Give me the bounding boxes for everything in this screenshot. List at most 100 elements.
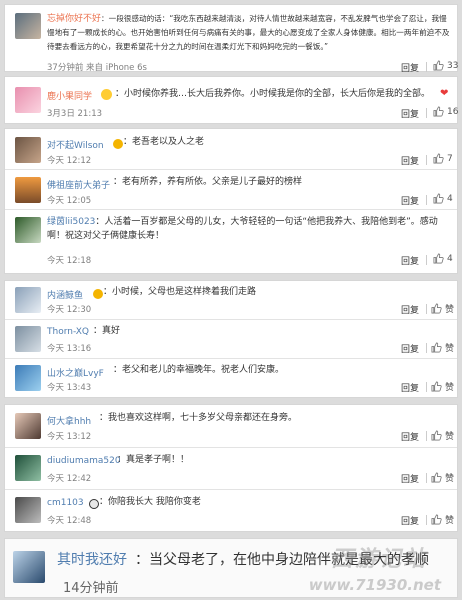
reply-button[interactable]: 回复	[401, 303, 419, 316]
divider	[426, 304, 427, 314]
avatar[interactable]	[15, 365, 41, 391]
avatar[interactable]	[15, 497, 41, 523]
row-divider	[5, 447, 457, 448]
reply-button[interactable]: 回复	[401, 107, 419, 120]
thumb-up-icon	[433, 60, 444, 71]
divider	[426, 473, 427, 483]
comment-time: 今天 12:30	[47, 305, 92, 315]
like-button[interactable]: 7	[433, 153, 453, 164]
commenter-name[interactable]: 对不起Wilson	[47, 138, 104, 151]
like-label: 赞	[445, 344, 455, 354]
divider	[426, 515, 427, 525]
commenter-name[interactable]: Thorn-XQ	[47, 327, 89, 337]
thumb-up-icon	[431, 472, 442, 483]
reply-button[interactable]: 回复	[401, 61, 419, 74]
comment-text: ：小时候，父母也是这样搀着我们走路	[103, 287, 257, 297]
commenter-name[interactable]: 山水之巅LvyF	[47, 366, 104, 379]
avatar[interactable]	[15, 177, 41, 203]
commenter-name[interactable]: 忘掉你好不好	[47, 14, 101, 24]
comment-time: 今天 12:05	[47, 196, 92, 206]
comment-time: 今天 13:43	[47, 383, 92, 393]
like-label: 赞	[445, 474, 455, 484]
like-count: 16	[447, 106, 459, 117]
like-label: 赞	[445, 383, 455, 393]
comment-text: ：真是孝子啊！！	[117, 455, 190, 465]
comment-text: ：老吾老以及人之老	[123, 137, 205, 147]
comment-time: 今天 12:12	[47, 156, 92, 166]
avatar[interactable]	[15, 455, 41, 481]
comment-text: ：老父和老儿的幸福晚年。祝老人们安康。	[113, 365, 285, 375]
like-count: 33	[447, 60, 459, 71]
comment-text: ：人活着一百岁都是父母的儿女，大爷轻轻的一句话“他把我养大、我陪他到老”。感动啊…	[47, 217, 438, 241]
comment-time: 今天 13:16	[47, 344, 92, 354]
avatar[interactable]	[15, 13, 41, 39]
panda-icon	[89, 499, 99, 509]
like-button[interactable]: 赞	[431, 471, 454, 484]
reply-button[interactable]: 回复	[401, 154, 419, 167]
commenter-name[interactable]: 绿茵lii5023	[47, 217, 95, 227]
row-divider	[5, 489, 457, 490]
like-count: 4	[447, 193, 453, 204]
comment-text: ：小时候你养我…长大后我养你。小时候我是你的全部，长大后你是我的全部。	[115, 89, 431, 99]
avatar[interactable]	[15, 137, 41, 163]
reply-button[interactable]: 回复	[401, 194, 419, 207]
thumb-up-icon	[431, 430, 442, 441]
commenter-name[interactable]: 佛祖座前大弟子	[47, 178, 110, 191]
reply-button[interactable]: 回复	[401, 254, 419, 267]
row-divider	[5, 209, 457, 210]
reply-button[interactable]: 回复	[401, 342, 419, 355]
like-button[interactable]: 赞	[431, 380, 454, 393]
thumb-up-icon	[433, 106, 444, 117]
watermark-url: www.71930.net	[308, 576, 441, 594]
comment-time: 今天 12:42	[47, 474, 92, 484]
like-button[interactable]: 16	[433, 106, 458, 117]
row-divider	[5, 319, 457, 320]
heart-icon: ❤	[440, 88, 449, 99]
watermark-logo: 西游记站	[330, 547, 427, 572]
reply-button[interactable]: 回复	[401, 430, 419, 443]
commenter-name[interactable]: 鹿小果同学	[47, 89, 92, 102]
comment-text: ：你陪我长大 我陪你变老	[99, 497, 201, 507]
avatar[interactable]	[15, 326, 41, 352]
avatar[interactable]	[13, 551, 45, 583]
commenter-name[interactable]: 其时我还好	[57, 549, 127, 569]
commenter-name[interactable]: cm1103	[47, 498, 84, 508]
reply-button[interactable]: 回复	[401, 472, 419, 485]
row-divider	[5, 358, 457, 359]
like-button[interactable]: 赞	[431, 429, 454, 442]
reply-group: 内涵鲸鱼 ：小时候，父母也是这样搀着我们走路 今天 12:30 回复 赞 Tho…	[4, 280, 458, 398]
thumb-up-icon	[431, 514, 442, 525]
avatar[interactable]	[15, 87, 41, 113]
like-button[interactable]: 4	[433, 253, 453, 264]
divider	[426, 343, 427, 353]
like-button[interactable]: 4	[433, 193, 453, 204]
like-button[interactable]: 赞	[431, 513, 454, 526]
divider	[426, 108, 427, 118]
like-button[interactable]: 赞	[431, 302, 454, 315]
commenter-name[interactable]: 内涵鲸鱼	[47, 288, 83, 301]
comment-body: 绿茵lii5023：人活着一百岁都是父母的儿女，大爷轻轻的一句话“他把我养大、我…	[47, 215, 451, 243]
comment-time: 今天 12:48	[47, 516, 92, 526]
divider	[426, 155, 427, 165]
thumb-up-icon	[433, 253, 444, 264]
comment-time: 37分钟前 来自 iPhone 6s	[47, 63, 147, 73]
commenter-name[interactable]: diudiumama520	[47, 456, 121, 466]
smiley-icon	[101, 89, 112, 100]
commenter-name[interactable]: 何大拿hhh	[47, 414, 91, 427]
divider	[426, 195, 427, 205]
comment-time: 今天 13:12	[47, 432, 92, 442]
comment-card: 其时我还好 ：当父母老了，在他中身边陪伴就是最大的孝顺 14分钟前 西游记站 w…	[4, 538, 458, 598]
avatar[interactable]	[15, 217, 41, 243]
like-label: 赞	[445, 305, 455, 315]
reply-button[interactable]: 回复	[401, 381, 419, 394]
comment-time: 3月3日 21:13	[47, 109, 103, 119]
avatar[interactable]	[15, 287, 41, 313]
avatar[interactable]	[15, 413, 41, 439]
like-label: 赞	[445, 432, 455, 442]
divider	[426, 431, 427, 441]
badge-icon	[93, 289, 103, 299]
comment-text: ：我也喜欢这样啊，七十多岁父母亲都还在身旁。	[99, 413, 298, 423]
like-button[interactable]: 赞	[431, 341, 454, 354]
reply-button[interactable]: 回复	[401, 514, 419, 527]
like-button[interactable]: 33	[433, 60, 458, 71]
